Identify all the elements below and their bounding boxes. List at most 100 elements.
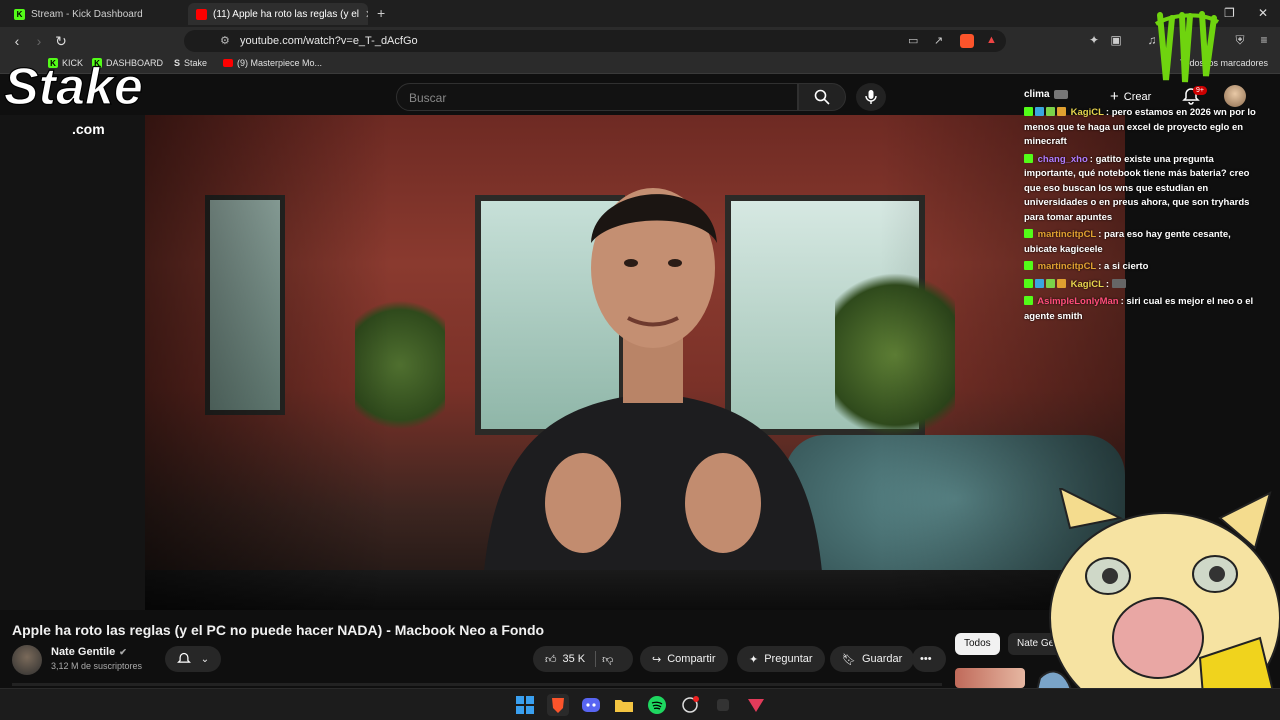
file-explorer-icon[interactable]	[613, 694, 635, 716]
windows-start-icon[interactable]	[514, 694, 536, 716]
chat-username: martincitpCL	[1037, 261, 1097, 272]
create-label: Crear	[1123, 90, 1152, 103]
left-background	[0, 115, 145, 610]
video-player[interactable]	[145, 115, 1125, 610]
app-icon[interactable]	[679, 694, 701, 716]
brave-shields-icon[interactable]	[960, 34, 974, 48]
chat-message: KagiCL: pero estamos en 2026 wn por lo m…	[1024, 106, 1260, 150]
sparkle-icon: ✦	[749, 653, 759, 666]
stake-icon: S	[174, 58, 181, 68]
address-bar[interactable]: ⚙ youtube.com/watch?v=e_T-_dAcfGo ▭ ↗ ▲	[184, 30, 1006, 52]
close-tab-icon[interactable]: ✕	[365, 8, 368, 21]
chat-text: : a si cierto	[1098, 261, 1149, 272]
tab-youtube-video[interactable]: (11) Apple ha roto las reglas (y el ✕	[188, 3, 368, 25]
chat-text: :	[1105, 278, 1110, 290]
kick-badge-icon	[1024, 261, 1033, 270]
app-icon-3[interactable]	[745, 694, 767, 716]
channel-avatar[interactable]	[12, 645, 42, 675]
stake-logo-sub: .com	[72, 121, 105, 137]
chat-message: martincitpCL: a si cierto	[1024, 260, 1260, 275]
back-icon[interactable]: ‹	[8, 32, 26, 50]
share-label: Compartir	[667, 653, 716, 665]
browser-tab-bar: K Stream - Kick Dashboard (11) Apple ha …	[0, 0, 1280, 27]
save-label: Guardar	[861, 653, 903, 665]
comments-divider	[12, 683, 942, 686]
share-icon[interactable]: ↗	[934, 34, 943, 47]
more-icon: •••	[920, 653, 932, 665]
like-count: 35 K	[562, 653, 586, 665]
restore-icon[interactable]: ❐	[1224, 6, 1235, 20]
like-dislike-group: 👍︎ 35 K 👎︎	[533, 646, 633, 672]
tab-kick-dashboard[interactable]: K Stream - Kick Dashboard	[6, 3, 186, 25]
avatar[interactable]	[1224, 85, 1246, 107]
subscription-bell-button[interactable]: ⌄	[165, 646, 221, 672]
channel-name-label: Nate Gentile	[51, 646, 116, 658]
chip-all[interactable]: Todos	[955, 633, 1000, 655]
cat-mascot-overlay	[1030, 488, 1280, 720]
chat-message: chang_xho: gatito existe una pregunta im…	[1024, 153, 1260, 226]
spotify-icon[interactable]	[646, 694, 668, 716]
tab-title: (11) Apple ha roto las reglas (y el	[213, 8, 360, 20]
weather-icon	[1053, 90, 1068, 99]
youtube-icon	[223, 59, 233, 67]
tab-title: Stream - Kick Dashboard	[31, 8, 143, 20]
chat-username: AsimpleLonlyMan	[1037, 296, 1119, 307]
site-info-icon[interactable]: ⚙	[220, 34, 230, 47]
chat-username: KagiCL	[1070, 278, 1104, 290]
bookmark-label: (9) Masterpiece Mo...	[237, 58, 323, 68]
chat-message: martincitpCL: para eso hay gente cesante…	[1024, 228, 1260, 257]
save-button[interactable]: 🔖︎ Guardar	[830, 646, 915, 672]
kick-badge-icon	[1024, 278, 1033, 288]
voice-search-button[interactable]	[856, 83, 886, 111]
app-icon-2[interactable]	[712, 694, 734, 716]
discord-icon[interactable]	[580, 694, 602, 716]
recommended-thumbnail[interactable]	[955, 668, 1025, 688]
badge-icon	[1046, 278, 1055, 288]
badge-icon	[1035, 278, 1044, 288]
monster-energy-logo	[1154, 11, 1220, 83]
search-input[interactable]: Buscar	[396, 83, 798, 111]
channel-name[interactable]: Nate Gentile ✔	[51, 646, 127, 658]
screenshot-icon[interactable]: ▣	[1108, 32, 1124, 48]
vpn-icon[interactable]: ⛨	[1232, 32, 1248, 48]
bookmarks-bar: K KICK K DASHBOARD S Stake (9) Masterpie…	[0, 55, 1280, 74]
close-window-icon[interactable]: ✕	[1258, 6, 1268, 20]
forward-icon[interactable]: ›	[30, 32, 48, 50]
rewards-icon[interactable]: ▲	[986, 34, 997, 46]
menu-icon[interactable]: ≡	[1256, 32, 1272, 48]
reload-icon[interactable]: ↻	[52, 32, 70, 50]
youtube-icon	[196, 8, 207, 20]
verified-icon: ✔	[119, 646, 127, 657]
video-title: Apple ha roto las reglas (y el PC no pue…	[12, 622, 545, 638]
share-button[interactable]: ↪ Compartir	[640, 646, 728, 672]
cast-icon[interactable]: ▭	[908, 34, 918, 47]
chat-message: AsimpleLonlyMan: siri cual es mejor el n…	[1024, 295, 1260, 324]
create-button[interactable]: + Crear	[1110, 88, 1151, 105]
share-icon: ↪	[652, 653, 662, 666]
ask-button[interactable]: ✦ Preguntar	[737, 646, 825, 672]
bookmark-stake[interactable]: S Stake	[174, 58, 207, 68]
url-text: youtube.com/watch?v=e_T-_dAcfGo	[240, 35, 418, 47]
more-actions-button[interactable]: •••	[912, 646, 946, 672]
plus-icon: +	[1110, 88, 1119, 105]
kick-icon: K	[14, 8, 25, 20]
brave-icon[interactable]	[547, 694, 569, 716]
badge-icon	[1035, 107, 1044, 116]
bell-icon	[176, 652, 191, 663]
save-icon: 🔖︎	[842, 653, 856, 666]
video-vignette	[145, 115, 1125, 610]
dislike-button[interactable]: 👎︎	[602, 653, 613, 666]
chat-overlay: KagiCL: pero estamos en 2026 wn por lo m…	[1024, 106, 1260, 327]
like-button[interactable]: 👍︎ 35 K	[545, 653, 585, 666]
search-button[interactable]	[798, 83, 846, 111]
new-tab-button[interactable]: +	[377, 5, 385, 21]
extensions-icon[interactable]: ✦	[1086, 32, 1102, 48]
stake-logo: Stake .com	[3, 58, 143, 137]
ask-label: Preguntar	[764, 653, 813, 665]
search-icon	[814, 89, 830, 105]
subscriber-count: 3,12 M de suscriptores	[51, 661, 143, 671]
bookmark-masterpiece[interactable]: (9) Masterpiece Mo...	[223, 58, 322, 68]
stake-logo-text: Stake	[4, 58, 143, 116]
chat-message: KagiCL:	[1024, 278, 1260, 293]
chat-header: clima	[1024, 89, 1068, 100]
